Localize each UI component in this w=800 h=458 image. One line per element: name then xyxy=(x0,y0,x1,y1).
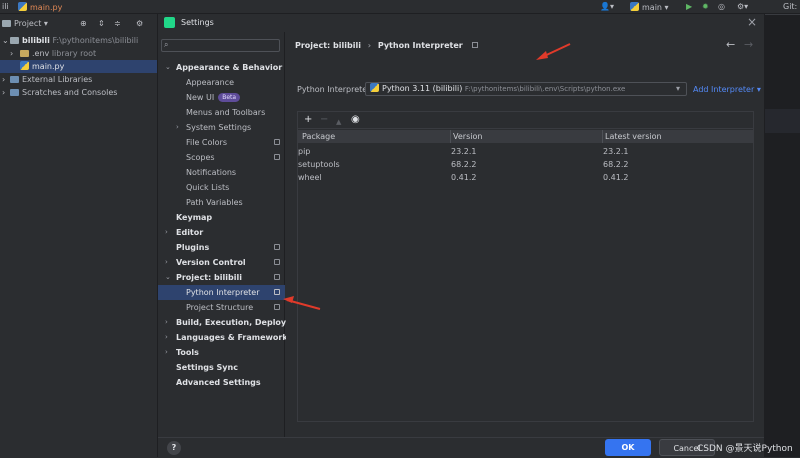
annotation-arrows xyxy=(283,43,571,310)
watermark: CSDN @景天说Python xyxy=(697,444,793,454)
